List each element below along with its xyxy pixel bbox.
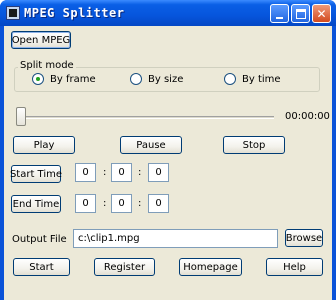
start-minutes-field[interactable]: 0 [111, 163, 132, 182]
pause-button[interactable]: Pause [120, 136, 182, 154]
time-separator: : [103, 198, 107, 209]
end-time-button[interactable]: End Time [11, 195, 61, 213]
close-button[interactable]: ✕ [312, 4, 331, 23]
radio-by-size-label: By size [148, 73, 184, 85]
open-mpeg-button[interactable]: Open MPEG [11, 31, 71, 49]
maximize-icon [295, 8, 306, 19]
register-button[interactable]: Register [94, 258, 155, 276]
time-display: 00:00:00 [285, 111, 330, 122]
output-file-label: Output File [12, 234, 67, 245]
radio-by-frame-label: By frame [50, 73, 96, 85]
split-mode-label: Split mode [18, 60, 76, 71]
start-time-button[interactable]: Start Time [10, 165, 62, 183]
app-icon [6, 6, 20, 20]
radio-by-size[interactable]: By size [130, 73, 183, 85]
app-window: MPEG Splitter ✕ Open MPEG Split mode By … [0, 0, 336, 300]
time-separator: : [103, 167, 107, 178]
browse-button[interactable]: Browse [285, 229, 323, 247]
title-bar[interactable]: MPEG Splitter ✕ [0, 0, 336, 26]
end-minutes-field[interactable]: 0 [111, 194, 132, 213]
output-file-input[interactable]: c:\clip1.mpg [73, 229, 278, 248]
help-button[interactable]: Help [266, 258, 323, 276]
window-title: MPEG Splitter [24, 6, 125, 20]
start-button[interactable]: Start [13, 258, 70, 276]
position-slider-thumb[interactable] [16, 107, 26, 126]
maximize-button[interactable] [291, 4, 310, 23]
homepage-button[interactable]: Homepage [179, 258, 242, 276]
radio-circle [224, 73, 236, 85]
start-hours-field[interactable]: 0 [75, 163, 96, 182]
close-icon: ✕ [316, 6, 327, 21]
minimize-icon [276, 16, 283, 19]
client-area: Open MPEG Split mode By frame By size By… [4, 26, 332, 300]
end-seconds-field[interactable]: 0 [148, 194, 169, 213]
play-button[interactable]: Play [13, 136, 75, 154]
time-separator: : [138, 167, 142, 178]
position-slider-track[interactable] [16, 116, 274, 119]
start-seconds-field[interactable]: 0 [148, 163, 169, 182]
minimize-button[interactable] [270, 4, 289, 23]
radio-by-time[interactable]: By time [224, 73, 281, 85]
radio-by-time-label: By time [242, 73, 281, 85]
radio-by-frame[interactable]: By frame [32, 73, 96, 85]
end-hours-field[interactable]: 0 [75, 194, 96, 213]
radio-circle [32, 73, 44, 85]
radio-circle [130, 73, 142, 85]
stop-button[interactable]: Stop [223, 136, 285, 154]
time-separator: : [138, 198, 142, 209]
